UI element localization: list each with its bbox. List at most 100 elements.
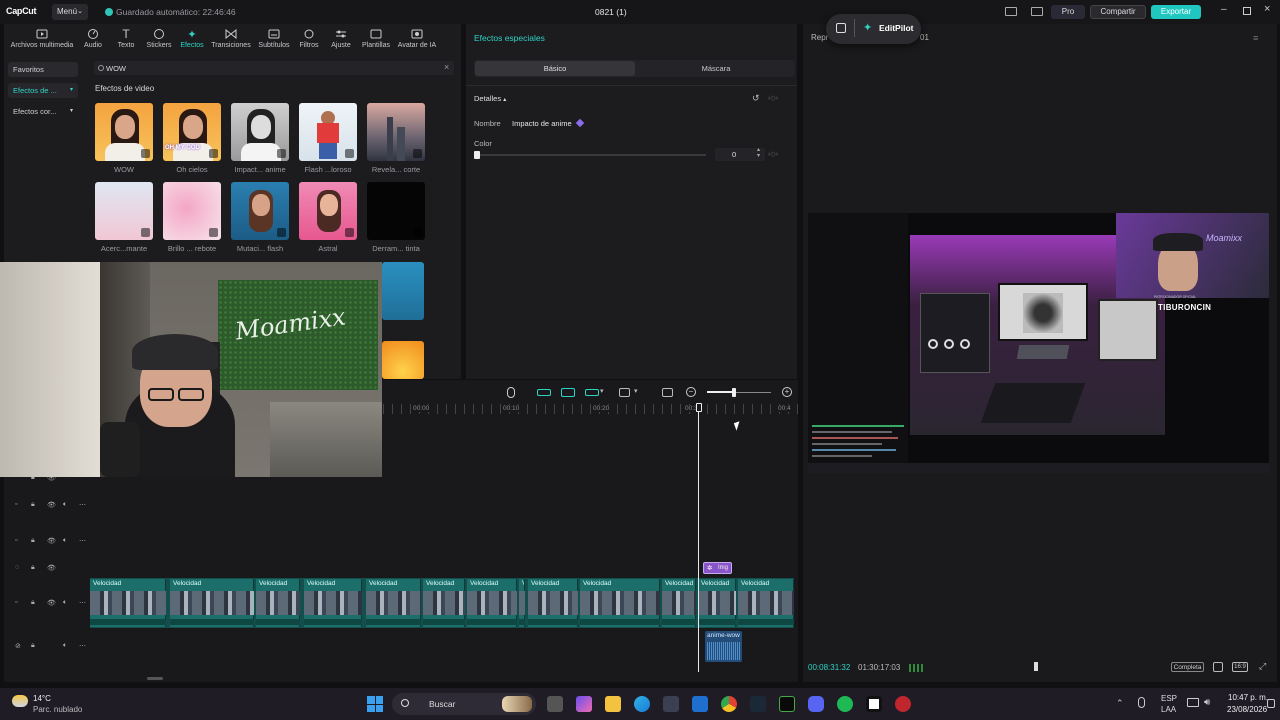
chrome-icon[interactable] [721,696,737,712]
download-icon[interactable] [209,228,218,237]
video-clip[interactable]: Velocidad [662,579,696,627]
maximize-icon[interactable] [1243,7,1251,15]
video-clip[interactable]: Velocidad [580,579,660,627]
player-menu-icon[interactable]: ≡ [1253,33,1258,43]
effect-thumb-reveal[interactable] [367,103,425,161]
video-clip[interactable]: Velocidad [256,579,300,627]
discord-icon[interactable] [808,696,824,712]
mute-icon[interactable]: 🔈︎ [63,501,67,509]
minimize-icon[interactable]: – [1221,4,1227,15]
effect-thumb-glow[interactable] [163,182,221,240]
editpilot-widget[interactable]: ✦ EditPilot [826,14,921,44]
clock-date[interactable]: 23/08/2026 [1227,705,1267,714]
download-icon[interactable] [345,149,354,158]
file-explorer-icon[interactable] [605,696,621,712]
audio-track-icon[interactable]: ⊘ [15,642,21,650]
focus-icon[interactable] [1213,662,1223,672]
lock-icon[interactable]: 🔒︎ [31,564,35,572]
download-icon[interactable] [141,149,150,158]
tool-transitions[interactable]: Transiciones [210,28,252,49]
caption-icon[interactable] [662,388,673,397]
chevron-down-icon[interactable]: ▾ [600,387,604,395]
more-icon[interactable]: ⋯ [79,599,86,607]
zoom-handle[interactable] [732,388,736,397]
effect-track-icon[interactable]: ◌ [15,564,19,571]
volume-icon[interactable]: 🔊︎ [1204,697,1210,708]
video-clip[interactable]: Velocidad [528,579,578,627]
download-icon[interactable] [413,149,422,158]
video-clip[interactable]: Velocidad [423,579,465,627]
download-icon[interactable] [209,149,218,158]
menu-button[interactable]: Menú ⌄ [52,4,88,20]
chevron-up-icon[interactable]: ⌃ [1116,698,1124,709]
tab-mask[interactable]: Máscara [637,61,795,76]
edge-icon[interactable] [634,696,650,712]
store-icon[interactable] [663,696,679,712]
download-icon[interactable] [141,228,150,237]
sidebar-item-favorites[interactable]: Favoritos [8,62,78,77]
keyboard-layout[interactable]: LAA [1161,705,1176,714]
copilot-icon[interactable] [576,696,592,712]
ratio-button[interactable]: 16:9 [1232,662,1248,672]
effect-thumb-mutation[interactable] [231,182,289,240]
color-slider[interactable] [476,154,706,156]
mute-icon[interactable]: 🔈︎ [63,537,67,545]
effect-thumb-ink[interactable] [367,182,425,240]
mute-icon[interactable]: 🔈︎ [63,599,67,607]
share-button[interactable]: Compartir [1090,5,1146,19]
sidebar-item-video-effects[interactable]: Efectos de ... ▾ [8,83,78,98]
split-icon[interactable] [619,388,630,397]
video-clip[interactable]: Velocidad [467,579,517,627]
effect-thumb-astral[interactable] [299,182,357,240]
timeline-scrollbar[interactable] [147,677,163,680]
snap-icon[interactable] [561,388,575,397]
playhead[interactable] [698,404,699,672]
reset-icon[interactable]: ↺ [752,93,760,104]
timeline-ruler[interactable] [383,404,798,414]
video-clip[interactable]: Velocidad [366,579,421,627]
download-icon[interactable] [345,228,354,237]
capcut-icon[interactable] [866,696,882,712]
visibility-icon[interactable]: 👁︎ [47,599,56,607]
lock-icon[interactable]: 🔒︎ [31,501,35,509]
keyframe-icon[interactable]: ‹◇› [768,150,778,158]
sidebar-item-body-effects[interactable]: Efectos cor... ▾ [8,104,78,119]
zoom-in-icon[interactable]: + [782,387,792,397]
video-clip[interactable]: Velocidad [698,579,736,627]
language-code[interactable]: ESP [1161,694,1177,703]
video-clip[interactable]: Velocidad [738,579,794,627]
zoom-out-icon[interactable]: − [686,387,696,397]
tool-effects[interactable]: ✦ Efectos [171,28,213,50]
video-clip[interactable]: Velocidad [304,579,362,627]
audio-clip[interactable]: anime-wow [705,631,742,662]
details-header[interactable]: Detalles ▴ [474,94,506,103]
slider-handle[interactable] [474,151,480,159]
close-icon[interactable]: × [1264,3,1270,15]
effect-thumb-flash[interactable] [299,103,357,161]
tab-basic[interactable]: Básico [475,61,635,76]
steam-icon[interactable] [750,696,766,712]
mute-icon[interactable]: 🔈︎ [63,642,67,650]
preview-axis-icon[interactable] [585,389,599,396]
notification-icon[interactable] [1267,699,1275,708]
more-icon[interactable]: ⋯ [79,501,86,509]
visibility-icon[interactable]: 👁︎ [47,501,56,509]
pause-icon[interactable] [1034,662,1038,671]
spotify-icon[interactable] [837,696,853,712]
download-icon[interactable] [277,228,286,237]
playhead-handle[interactable] [696,403,702,412]
clear-search-icon[interactable]: × [444,62,449,72]
sticker-clip[interactable]: ✲ Img [703,562,732,574]
effect-thumb-zoom[interactable] [95,182,153,240]
microphone-icon[interactable] [507,387,515,398]
effect-thumb-oh-cielos[interactable]: OH MY GOD [163,103,221,161]
keyframe-icon[interactable]: ‹◇› [768,94,778,102]
effect-thumb-row4[interactable] [382,341,424,379]
more-icon[interactable]: ⋯ [79,642,86,650]
more-icon[interactable]: ⋯ [79,537,86,545]
shortcuts-icon[interactable] [1031,7,1043,16]
video-clip[interactable]: Velocidad [170,579,254,627]
outlook-icon[interactable] [692,696,708,712]
search-input[interactable] [94,61,454,75]
pro-button[interactable]: Pro [1051,5,1085,19]
